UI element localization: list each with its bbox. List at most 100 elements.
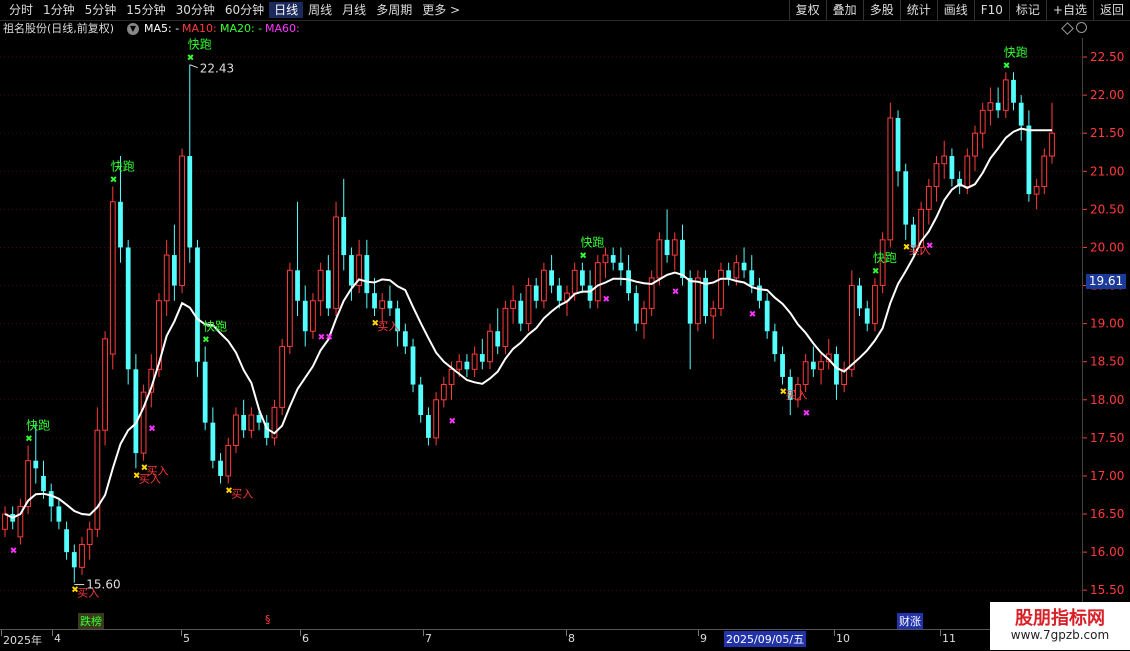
candle-body-down bbox=[726, 270, 732, 278]
month-label: 5 bbox=[183, 632, 190, 645]
candle-body-up bbox=[1041, 155, 1048, 188]
candle-body-up bbox=[225, 444, 232, 477]
candle-body-down bbox=[64, 529, 69, 553]
price-tick-label: 18.00 bbox=[1090, 393, 1124, 407]
candle-body-up bbox=[925, 186, 932, 210]
candle-body-up bbox=[233, 414, 239, 446]
price-tick-label: 21.50 bbox=[1090, 126, 1124, 140]
tab-period-1[interactable]: 1分钟 bbox=[38, 2, 80, 18]
candle-body-up bbox=[286, 269, 293, 347]
sell-signal-marker: ✖ bbox=[202, 335, 210, 345]
candle-body-down bbox=[426, 415, 431, 438]
tag-die-bang[interactable]: 跌榜 bbox=[78, 613, 104, 629]
candle-body-up bbox=[433, 399, 440, 439]
candle-body-down bbox=[56, 506, 62, 522]
price-tick-label: 21.00 bbox=[1090, 164, 1124, 178]
tab-period-5[interactable]: 60分钟 bbox=[220, 2, 269, 18]
tab-period-4[interactable]: 30分钟 bbox=[171, 2, 220, 18]
tab-period-9[interactable]: 多周期 bbox=[371, 2, 417, 18]
candle-body-down bbox=[1018, 102, 1024, 126]
magenta-marker: ✖ bbox=[602, 295, 610, 305]
tab-period-7[interactable]: 周线 bbox=[303, 2, 337, 18]
candle-body-up bbox=[733, 262, 740, 279]
candle-body-up bbox=[594, 262, 601, 302]
toolbar-button-7[interactable]: +自选 bbox=[1045, 0, 1093, 20]
tab-period-8[interactable]: 月线 bbox=[337, 2, 371, 18]
tag-section[interactable]: § bbox=[265, 613, 271, 626]
month-tick bbox=[834, 630, 835, 636]
high-pointer bbox=[189, 64, 198, 69]
tab-period-0[interactable]: 分时 bbox=[4, 2, 38, 18]
toolbar-button-4[interactable]: 画线 bbox=[936, 0, 974, 20]
candle-body-up bbox=[2, 513, 8, 530]
candle-body-up bbox=[694, 277, 701, 325]
candle-body-up bbox=[248, 414, 255, 431]
buy-signal-label: 买入 bbox=[786, 389, 808, 402]
tag-cai-zhang[interactable]: 财涨 bbox=[897, 613, 923, 629]
candle-body-up bbox=[941, 155, 948, 165]
toolbar-button-1[interactable]: 叠加 bbox=[825, 0, 863, 20]
magenta-marker: ✖ bbox=[672, 287, 680, 297]
candle-body-up bbox=[571, 269, 578, 294]
candle-body-up bbox=[972, 132, 978, 157]
month-label: 4 bbox=[54, 632, 61, 645]
toolbar-right-buttons: 复权 叠加 多股 统计 画线 F10 标记 +自选 返回 bbox=[788, 0, 1130, 20]
price-tick-label: 17.50 bbox=[1090, 431, 1124, 445]
price-tick-label: 18.50 bbox=[1090, 355, 1124, 369]
toolbar-button-3[interactable]: 统计 bbox=[899, 0, 937, 20]
tab-period-6[interactable]: 日线 bbox=[269, 2, 304, 18]
tab-period-2[interactable]: 5分钟 bbox=[80, 2, 122, 18]
month-tick bbox=[181, 630, 182, 636]
candle-body-down bbox=[580, 270, 585, 286]
month-tick bbox=[423, 630, 424, 636]
magenta-marker: ✖ bbox=[449, 417, 457, 427]
magenta-marker: ✖ bbox=[803, 409, 811, 419]
low-price-label: 15.60 bbox=[86, 578, 120, 592]
candle-body-up bbox=[1033, 186, 1040, 195]
candle-body-up bbox=[848, 285, 855, 370]
candlestick-chart[interactable]: 22.5022.0021.5021.0020.5020.0019.5019.00… bbox=[0, 38, 1130, 598]
candle-body-up bbox=[887, 117, 894, 241]
candle-body-up bbox=[979, 109, 986, 134]
candle-body-down bbox=[372, 293, 377, 309]
candle-body-down bbox=[772, 331, 778, 355]
candle-body-up bbox=[440, 384, 447, 401]
magenta-marker: ✖ bbox=[926, 242, 934, 252]
candle-body-down bbox=[587, 285, 593, 301]
candle-body-up bbox=[872, 285, 878, 325]
chevron-down-icon[interactable]: ▼ bbox=[127, 23, 139, 35]
candle-body-down bbox=[295, 270, 300, 301]
candle-body-down bbox=[949, 156, 955, 179]
candle-body-up bbox=[102, 338, 108, 431]
month-tick bbox=[698, 630, 699, 636]
candle-body-down bbox=[118, 201, 123, 248]
toolbar-button-0[interactable]: 复权 bbox=[788, 0, 826, 20]
candle-body-up bbox=[333, 216, 339, 309]
toolbar-button-6[interactable]: 标记 bbox=[1008, 0, 1046, 20]
diamond-icon[interactable] bbox=[1061, 22, 1074, 35]
candle-body-down bbox=[618, 262, 624, 271]
price-tick-label: 20.50 bbox=[1090, 202, 1124, 216]
tab-period-10[interactable]: 更多 > bbox=[417, 2, 465, 18]
candle-body-down bbox=[341, 216, 347, 256]
circle-icon[interactable] bbox=[1076, 22, 1087, 33]
current-price-tag: 19.61 bbox=[1086, 274, 1126, 289]
candle-body-down bbox=[187, 156, 193, 248]
toolbar-button-5[interactable]: F10 bbox=[973, 0, 1009, 20]
candle-body-down bbox=[495, 331, 501, 347]
candle-body-down bbox=[33, 460, 39, 469]
period-toolbar: 分时 1分钟 5分钟 15分钟 30分钟 60分钟 日线 周线 月线 多周期 更多 > 复权 叠加 多股… bbox=[0, 0, 1130, 21]
tab-period-3[interactable]: 15分钟 bbox=[121, 2, 170, 18]
candle-body-down bbox=[749, 270, 755, 286]
candle-body-down bbox=[241, 415, 247, 431]
toolbar-button-2[interactable]: 多股 bbox=[862, 0, 900, 20]
sell-signal-label: 快跑 bbox=[1004, 45, 1028, 59]
candle-body-up bbox=[987, 102, 994, 111]
toolbar-button-8[interactable]: 返回 bbox=[1092, 0, 1130, 20]
watermark-logo: 股朋指标网 www.7gpzb.com bbox=[990, 602, 1130, 650]
candle-body-down bbox=[680, 239, 685, 278]
month-tick bbox=[1, 630, 2, 636]
candle-body-down bbox=[633, 293, 639, 324]
buy-signal-label: 买入 bbox=[378, 320, 400, 333]
candle-body-down bbox=[764, 300, 770, 332]
